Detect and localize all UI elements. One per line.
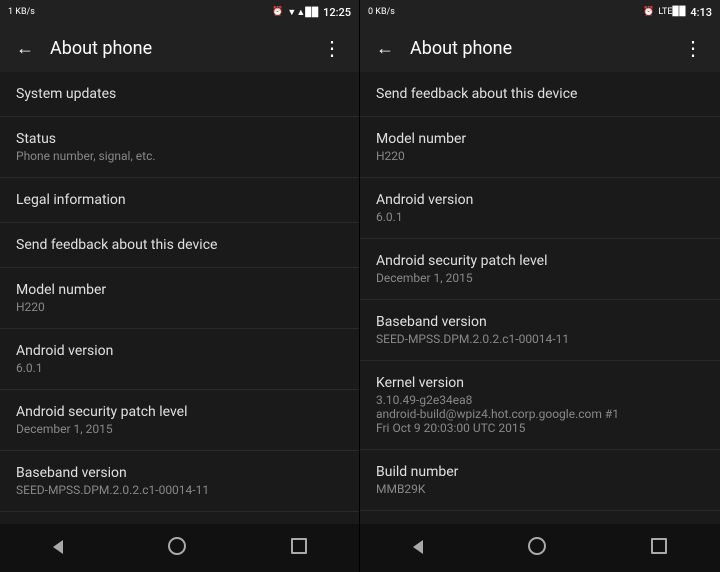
alarm-icon-2: ⏰ bbox=[643, 7, 654, 17]
item-title: Model number bbox=[376, 131, 704, 147]
list-item-system-updates[interactable]: System updates bbox=[0, 72, 359, 117]
status-left-1: 1 KB/s bbox=[8, 7, 35, 17]
nav-recents-button-2[interactable] bbox=[627, 530, 691, 566]
item-title: Status bbox=[16, 131, 343, 147]
list-item-baseband[interactable]: Baseband version SEED-MPSS.DPM.2.0.2.c1-… bbox=[0, 451, 359, 512]
nav-home-button-2[interactable] bbox=[504, 529, 570, 567]
back-nav-icon-2 bbox=[413, 539, 423, 558]
page-title-2: About phone bbox=[410, 38, 683, 59]
time-2: 4:13 bbox=[690, 6, 712, 19]
item-title: Android security patch level bbox=[376, 253, 704, 269]
item-subtitle: 6.0.1 bbox=[16, 361, 343, 375]
item-subtitle: SEED-MPSS.DPM.2.0.2.c1-00014-11 bbox=[376, 332, 704, 346]
nav-back-button-1[interactable] bbox=[29, 531, 87, 566]
list-item-baseband-2[interactable]: Baseband version SEED-MPSS.DPM.2.0.2.c1-… bbox=[360, 300, 720, 361]
more-button-2[interactable]: ⋮ bbox=[683, 36, 704, 60]
item-title: Baseband version bbox=[16, 465, 343, 481]
list-item-model[interactable]: Model number H220 bbox=[0, 268, 359, 329]
status-bar-1: 1 KB/s ⏰ ▼▲▉▉ 12:25 bbox=[0, 0, 359, 24]
list-item-build-number[interactable]: Build number MMB29K bbox=[360, 450, 720, 511]
list-item-kernel[interactable]: Kernel version 3.10.49-g2e34ea8 android-… bbox=[360, 361, 720, 450]
item-subtitle: December 1, 2015 bbox=[16, 422, 343, 436]
list-item-model-2[interactable]: Model number H220 bbox=[360, 117, 720, 178]
content-2: Send feedback about this device Model nu… bbox=[360, 72, 720, 524]
nav-bar-2 bbox=[360, 524, 720, 572]
list-item-android-version[interactable]: Android version 6.0.1 bbox=[0, 329, 359, 390]
item-subtitle: MMB29K bbox=[376, 482, 704, 496]
nav-home-button-1[interactable] bbox=[144, 529, 210, 567]
list-item-security-patch[interactable]: Android security patch level December 1,… bbox=[0, 390, 359, 451]
list-item-legal[interactable]: Legal information bbox=[0, 178, 359, 223]
signal-icons-1: ▼▲▉▉ bbox=[287, 7, 319, 18]
time-1: 12:25 bbox=[323, 6, 351, 19]
status-right-2: ⏰ LTE▉▉ 4:13 bbox=[643, 6, 712, 19]
app-bar-2: ← About phone ⋮ bbox=[360, 24, 720, 72]
status-bar-2: 0 KB/s ⏰ LTE▉▉ 4:13 bbox=[360, 0, 720, 24]
back-nav-icon-1 bbox=[53, 539, 63, 558]
back-button-2[interactable]: ← bbox=[376, 38, 394, 59]
item-subtitle: H220 bbox=[376, 149, 704, 163]
list-item-android-version-2[interactable]: Android version 6.0.1 bbox=[360, 178, 720, 239]
item-title: Send feedback about this device bbox=[376, 86, 704, 102]
alarm-icon-1: ⏰ bbox=[272, 7, 283, 17]
page-title-1: About phone bbox=[50, 38, 322, 59]
phone-panel-1: 1 KB/s ⏰ ▼▲▉▉ 12:25 ← About phone ⋮ Syst… bbox=[0, 0, 360, 572]
list-item-security-patch-2[interactable]: Android security patch level December 1,… bbox=[360, 239, 720, 300]
item-title: Send feedback about this device bbox=[16, 237, 343, 253]
list-item-feedback-2[interactable]: Send feedback about this device bbox=[360, 72, 720, 117]
item-title: Baseband version bbox=[376, 314, 704, 330]
list-item-status[interactable]: Status Phone number, signal, etc. bbox=[0, 117, 359, 178]
item-title: Android version bbox=[376, 192, 704, 208]
nav-recents-button-1[interactable] bbox=[267, 530, 331, 566]
phone-panel-2: 0 KB/s ⏰ LTE▉▉ 4:13 ← About phone ⋮ Send… bbox=[360, 0, 720, 572]
item-subtitle: Phone number, signal, etc. bbox=[16, 149, 343, 163]
item-title: Legal information bbox=[16, 192, 343, 208]
status-right-1: ⏰ ▼▲▉▉ 12:25 bbox=[272, 6, 351, 19]
nav-back-button-2[interactable] bbox=[389, 531, 447, 566]
item-subtitle: H220 bbox=[16, 300, 343, 314]
app-bar-1: ← About phone ⋮ bbox=[0, 24, 359, 72]
nav-bar-1 bbox=[0, 524, 359, 572]
item-subtitle: December 1, 2015 bbox=[376, 271, 704, 285]
list-item-feedback[interactable]: Send feedback about this device bbox=[0, 223, 359, 268]
network-speed-1: 1 KB/s bbox=[8, 7, 35, 17]
item-title: Android security patch level bbox=[16, 404, 343, 420]
item-subtitle: 6.0.1 bbox=[376, 210, 704, 224]
recents-nav-icon-1 bbox=[291, 539, 307, 558]
item-title: Model number bbox=[16, 282, 343, 298]
back-button-1[interactable]: ← bbox=[16, 38, 34, 59]
home-nav-icon-2 bbox=[528, 540, 546, 559]
signal-icons-2: LTE▉▉ bbox=[658, 7, 686, 17]
item-title: Android version bbox=[16, 343, 343, 359]
item-subtitle: 3.10.49-g2e34ea8 android-build@wpiz4.hot… bbox=[376, 393, 704, 435]
recents-nav-icon-2 bbox=[651, 539, 667, 558]
status-left-2: 0 KB/s bbox=[368, 7, 395, 17]
network-speed-2: 0 KB/s bbox=[368, 7, 395, 17]
item-title: System updates bbox=[16, 86, 343, 102]
content-1: System updates Status Phone number, sign… bbox=[0, 72, 359, 524]
item-subtitle: SEED-MPSS.DPM.2.0.2.c1-00014-11 bbox=[16, 483, 343, 497]
more-button-1[interactable]: ⋮ bbox=[322, 36, 343, 60]
home-nav-icon-1 bbox=[168, 540, 186, 559]
item-title: Build number bbox=[376, 464, 704, 480]
item-title: Kernel version bbox=[376, 375, 704, 391]
